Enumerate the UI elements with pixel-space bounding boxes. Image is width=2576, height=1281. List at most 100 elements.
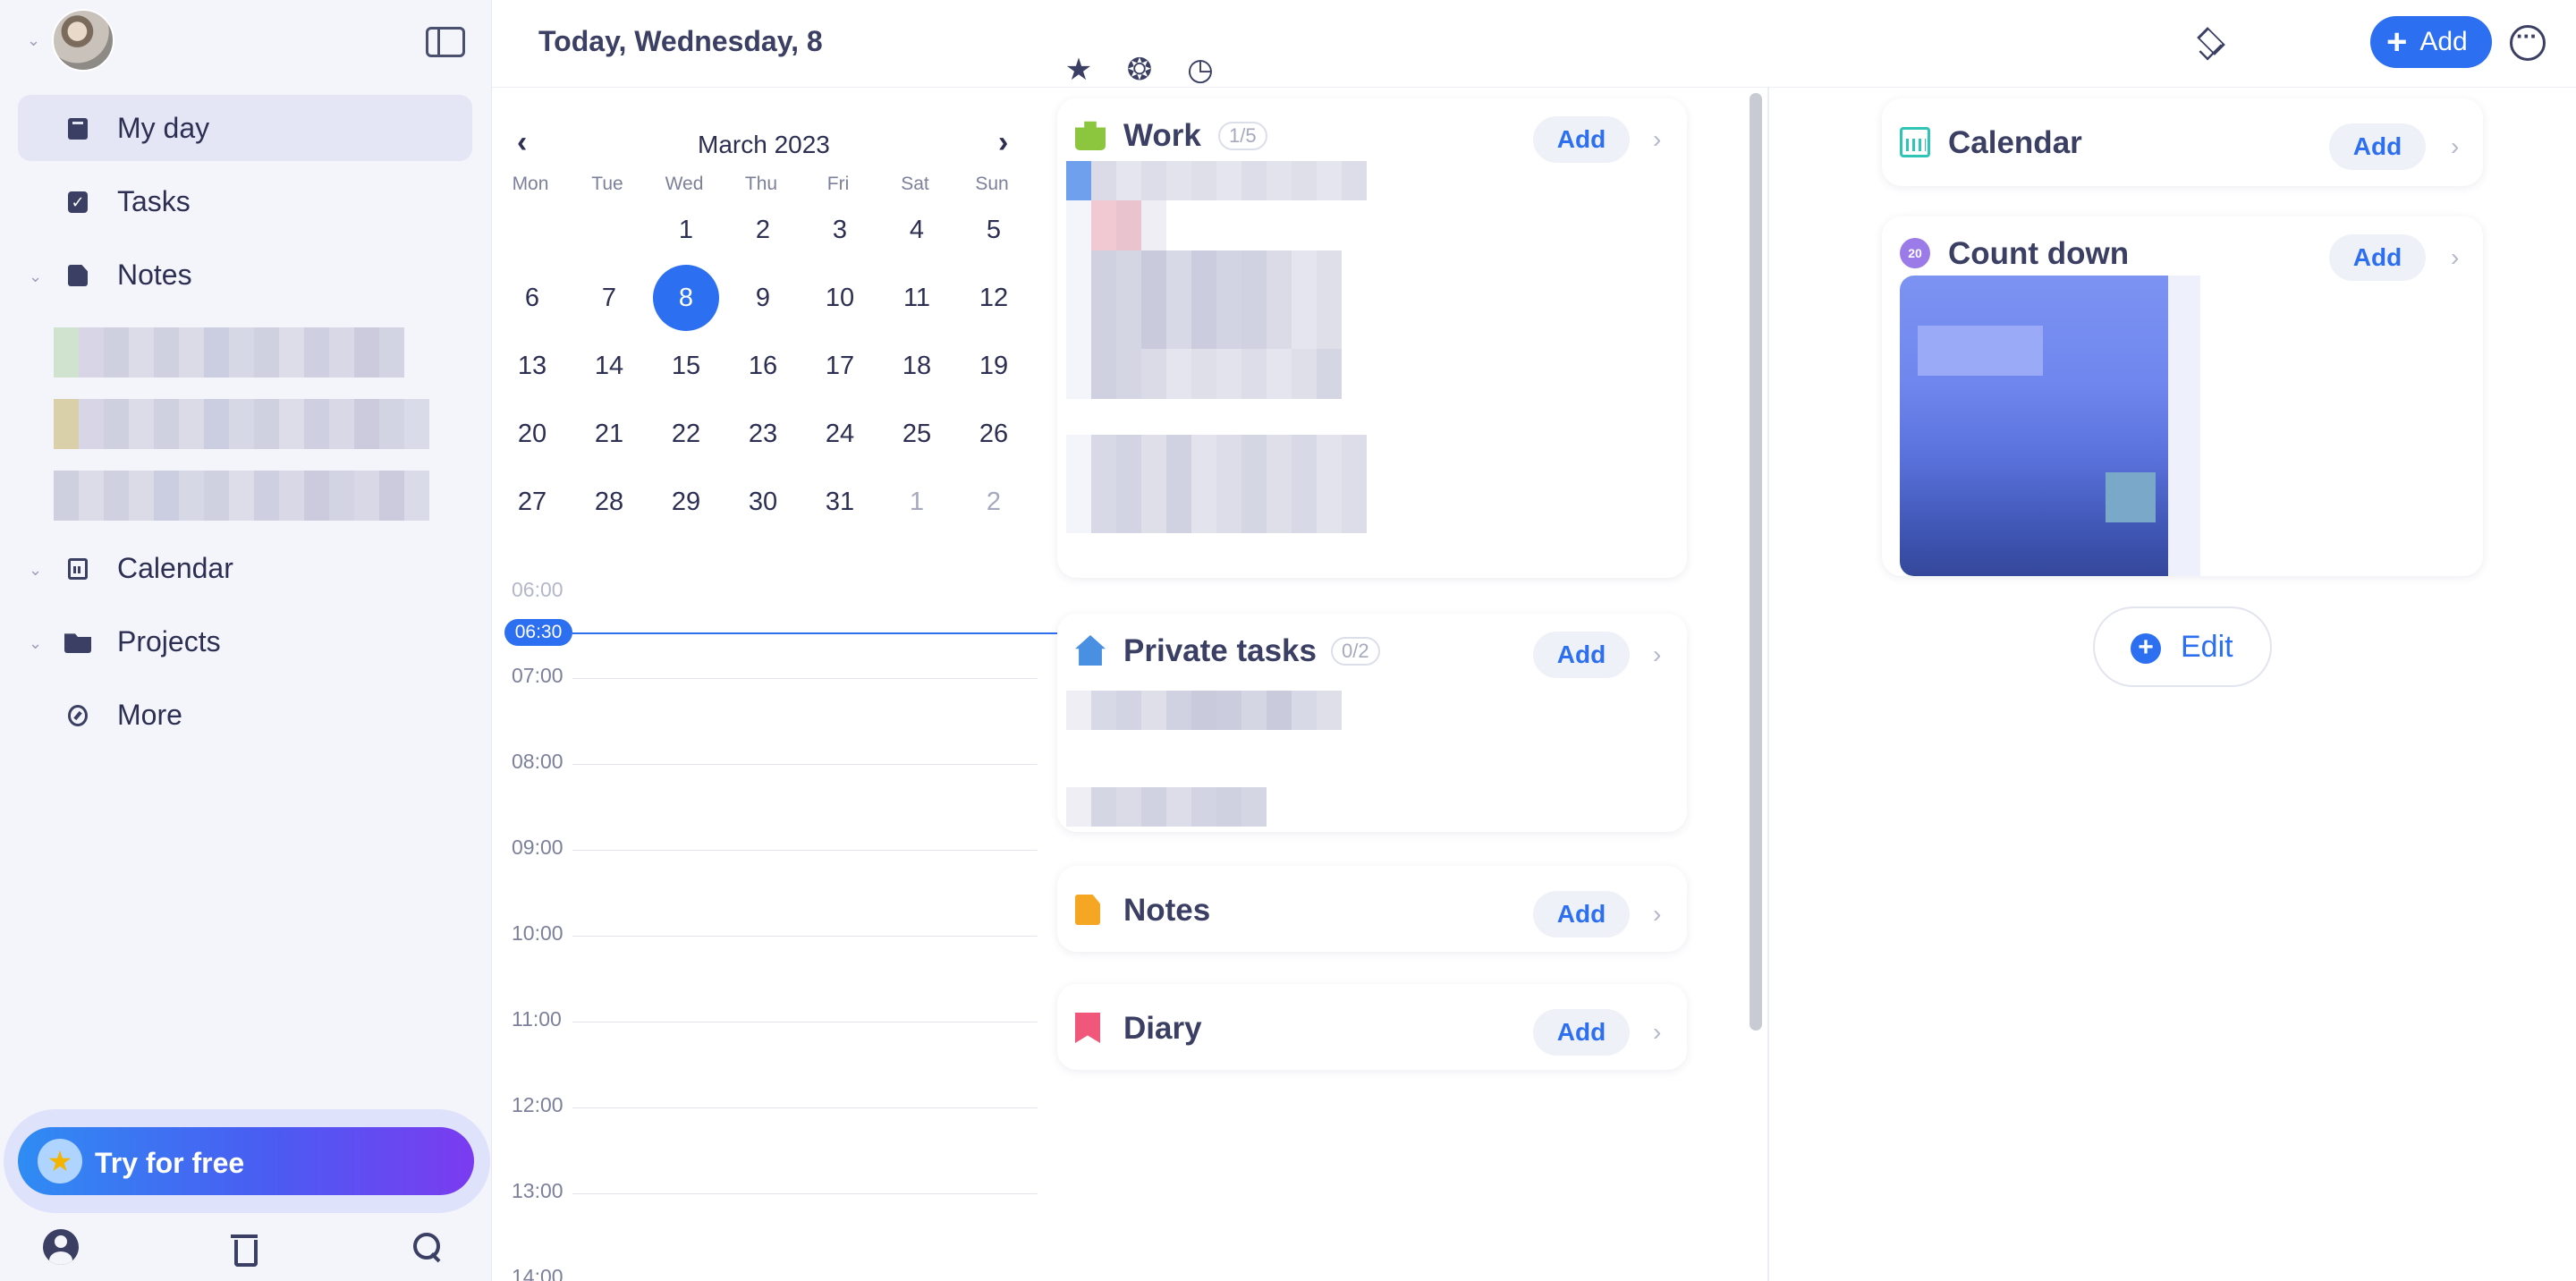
chevron-down-icon[interactable]: ⌄ [29,268,45,284]
calendar-day[interactable]: 31 [807,469,873,535]
add-button-label: Add [2419,27,2468,56]
note-list-item[interactable] [54,327,404,378]
edit-widgets-button[interactable]: + Edit [2093,607,2272,687]
sidebar-item-calendar[interactable]: ⌄ Calendar [18,535,472,601]
widgets-column: Work 1/5 Add › Private tasks 0/2 Add › N… [1057,88,1751,1281]
calendar-day-selected[interactable]: 8 [653,265,719,331]
sidebar-toggle-icon[interactable] [426,27,465,57]
calendar-day[interactable]: 11 [884,265,950,331]
sidebar-header: ⌄ [0,0,492,89]
task-list[interactable] [1066,691,1342,827]
work-card: Work 1/5 Add › [1057,98,1687,578]
calendar-day[interactable]: 17 [807,333,873,399]
calendar-day[interactable]: 20 [499,401,565,467]
add-task-button[interactable]: Add [1533,632,1630,678]
calendar-day[interactable]: 6 [499,265,565,331]
calendar-day[interactable]: 7 [576,265,642,331]
add-diary-button[interactable]: Add [1533,1009,1630,1056]
sidebar-item-tasks[interactable]: ✓ Tasks [18,168,472,234]
calendar-day[interactable]: 29 [653,469,719,535]
calendar-day[interactable]: 10 [807,265,873,331]
my-day-icon [68,118,88,140]
hour-label: 11:00 [512,1007,562,1031]
plus-icon: + [2386,22,2408,62]
calendar-day[interactable]: 19 [961,333,1027,399]
try-for-free-button[interactable]: ★ Try for free [18,1127,474,1195]
brain-icon[interactable]: ❂ [1123,54,1156,86]
calendar-day[interactable]: 5 [961,197,1027,263]
calendar-day[interactable]: 15 [653,333,719,399]
scrollbar[interactable] [1750,93,1762,1031]
stopwatch-icon: 20 [1900,238,1930,268]
calendar-icon [68,558,88,580]
hour-line [572,764,1038,765]
chevron-right-icon[interactable]: › [2451,132,2459,161]
calendar-panel: ‹ March 2023 › Mon Tue Wed Thu Fri Sat S… [492,88,1057,1281]
calendar-day-next-month[interactable]: 1 [884,469,950,535]
chevron-right-icon[interactable]: › [2451,243,2459,272]
calendar-day[interactable]: 22 [653,401,719,467]
add-event-button[interactable]: Add [2329,123,2426,170]
calendar-day[interactable]: 23 [730,401,796,467]
calendar-day[interactable]: 2 [730,197,796,263]
note-list-item[interactable] [54,471,429,521]
folder-icon [64,633,91,653]
add-button[interactable]: + Add [2370,16,2492,68]
more-options-icon[interactable] [2510,22,2546,61]
chevron-left-icon[interactable]: ‹ [517,125,527,160]
clock-icon[interactable]: ◷ [1184,54,1216,86]
compass-icon [68,705,88,726]
bookmark-icon [1075,1013,1100,1043]
layers-icon[interactable] [2193,27,2225,59]
image-edge [2168,276,2200,576]
calendar-day[interactable]: 26 [961,401,1027,467]
calendar-day[interactable]: 12 [961,265,1027,331]
note-list-item[interactable] [54,399,429,449]
add-note-button[interactable]: Add [1533,891,1630,937]
plus-circle-icon: + [2131,633,2161,664]
calendar-day[interactable]: 28 [576,469,642,535]
calendar-day[interactable]: 27 [499,469,565,535]
calendar-day[interactable]: 9 [730,265,796,331]
chevron-right-icon[interactable]: › [1653,1018,1661,1047]
star-icon[interactable]: ★ [1063,54,1095,86]
user-icon[interactable] [43,1229,79,1265]
chevron-down-icon[interactable]: ⌄ [27,32,43,48]
calendar-day[interactable]: 14 [576,333,642,399]
sidebar-item-my-day[interactable]: My day [18,95,472,161]
calendar-day[interactable]: 24 [807,401,873,467]
chevron-right-icon[interactable]: › [1653,640,1661,669]
sidebar-item-label: Projects [117,624,221,657]
add-task-button[interactable]: Add [1533,116,1630,163]
card-title: Count down [1948,236,2130,271]
calendar-day[interactable]: 3 [807,197,873,263]
task-list[interactable] [1066,161,1367,533]
calendar-day[interactable]: 1 [653,197,719,263]
calendar-day[interactable]: 4 [884,197,950,263]
calendar-day[interactable]: 30 [730,469,796,535]
chevron-down-icon[interactable]: ⌄ [29,562,45,578]
calendar-day[interactable]: 13 [499,333,565,399]
calendar-day[interactable]: 16 [730,333,796,399]
calendar-day-next-month[interactable]: 2 [961,469,1027,535]
check-square-icon: ✓ [68,191,88,213]
card-title: Diary [1123,1011,1202,1046]
chevron-right-icon[interactable]: › [1653,900,1661,929]
sidebar-item-projects[interactable]: ⌄ Projects [18,608,472,674]
sidebar-item-notes[interactable]: ⌄ Notes [18,242,472,308]
day-timeline[interactable]: 06:00 07:00 08:00 09:00 10:00 11:00 12:0… [492,578,1057,1281]
chevron-right-icon[interactable]: › [1653,125,1661,154]
countdown-image[interactable] [1900,276,2200,576]
calendar-day[interactable]: 21 [576,401,642,467]
add-countdown-button[interactable]: Add [2329,234,2426,281]
search-icon[interactable] [410,1229,445,1265]
hour-label: 12:00 [512,1093,564,1116]
calendar-day[interactable]: 25 [884,401,950,467]
hour-label: 07:00 [512,664,564,687]
sidebar-item-more[interactable]: More [18,682,472,748]
calendar-day[interactable]: 18 [884,333,950,399]
avatar[interactable] [52,9,114,72]
chevron-right-icon[interactable]: › [998,125,1008,160]
trash-icon[interactable] [227,1229,263,1267]
chevron-down-icon[interactable]: ⌄ [29,635,45,651]
